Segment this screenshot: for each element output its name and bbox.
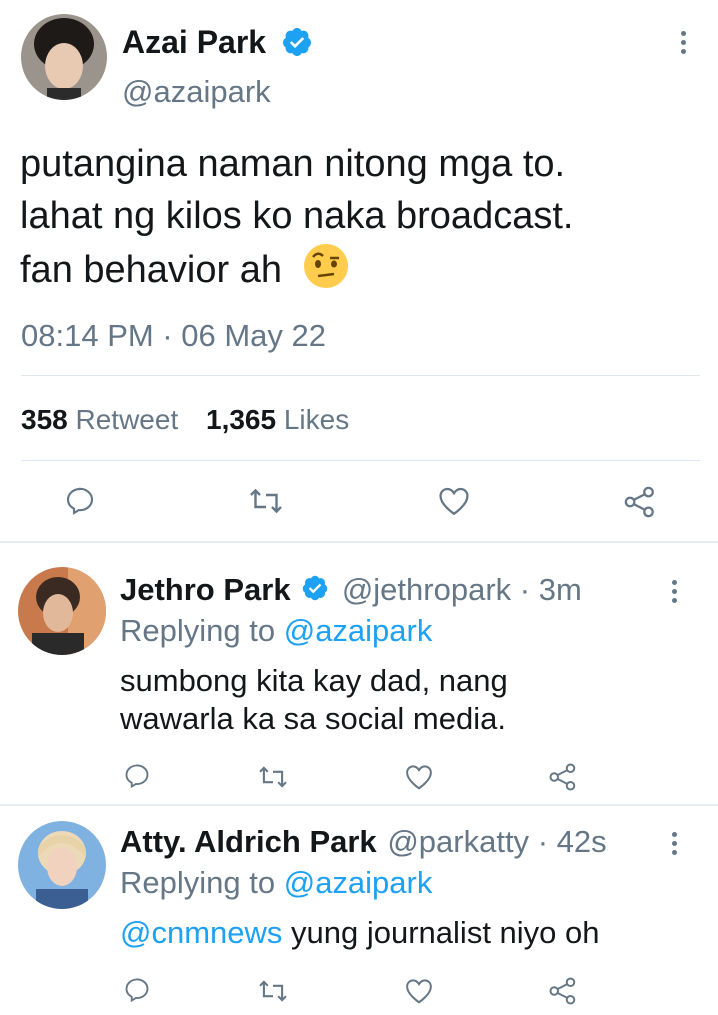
more-options-icon[interactable] bbox=[681, 31, 687, 58]
reply-header: Jethro Park @jethropark · 3m bbox=[120, 572, 582, 610]
display-name[interactable]: Jethro Park bbox=[120, 572, 291, 607]
likes-label: Likes bbox=[283, 404, 350, 435]
reply-text: @cnmnews yung journalist niyo oh bbox=[120, 914, 600, 952]
tweet-text-line: fan behavior ah bbox=[20, 242, 573, 304]
reply-icon[interactable] bbox=[123, 976, 151, 1009]
handle[interactable]: @jethropark bbox=[342, 572, 511, 607]
share-icon[interactable] bbox=[548, 976, 578, 1011]
reply-icon[interactable] bbox=[64, 485, 96, 522]
retweet-label: Retweet bbox=[75, 404, 179, 435]
replying-to-label: Replying to bbox=[120, 865, 276, 900]
retweet-count: 358 bbox=[21, 404, 68, 435]
share-icon[interactable] bbox=[623, 485, 657, 524]
handle[interactable]: @azaipark bbox=[122, 74, 271, 110]
retweet-stat[interactable]: 358 Retweet bbox=[21, 404, 178, 435]
like-heart-icon[interactable] bbox=[404, 977, 434, 1010]
likes-count: 1,365 bbox=[206, 404, 277, 435]
reply-text-line: yung journalist niyo oh bbox=[291, 915, 600, 950]
tweet-text-line-3: fan behavior ah bbox=[20, 249, 282, 291]
retweet-icon[interactable] bbox=[257, 764, 289, 795]
replying-to-link[interactable]: @azaipark bbox=[284, 865, 433, 900]
verified-badge-icon bbox=[301, 574, 329, 610]
face-raised-eyebrow-icon bbox=[301, 242, 351, 304]
more-options-icon[interactable] bbox=[672, 832, 678, 859]
handle[interactable]: @parkatty bbox=[387, 824, 529, 859]
retweet-icon[interactable] bbox=[248, 486, 284, 521]
likes-stat[interactable]: 1,365 Likes bbox=[206, 404, 349, 435]
reply-text-line: sumbong kita kay dad, nang bbox=[120, 663, 508, 698]
reply-time: · 42s bbox=[537, 824, 607, 859]
tweet-text-line: putangina naman nitong mga to. bbox=[20, 143, 566, 185]
divider bbox=[0, 541, 718, 543]
display-name[interactable]: Azai Park bbox=[122, 24, 266, 60]
divider bbox=[21, 375, 700, 376]
reply-text: sumbong kita kay dad, nang wawarla ka sa… bbox=[120, 662, 508, 738]
replying-to-link[interactable]: @azaipark bbox=[284, 613, 433, 648]
replying-to-label: Replying to bbox=[120, 613, 276, 648]
reply-icon[interactable] bbox=[123, 762, 151, 795]
tweet-stats: 358 Retweet 1,365 Likes bbox=[21, 402, 349, 438]
reply-header: Atty. Aldrich Park @parkatty · 42s bbox=[120, 824, 607, 860]
like-heart-icon[interactable] bbox=[437, 485, 471, 522]
display-name[interactable]: Atty. Aldrich Park bbox=[120, 824, 377, 859]
retweet-icon[interactable] bbox=[257, 978, 289, 1009]
divider bbox=[21, 460, 700, 461]
share-icon[interactable] bbox=[548, 762, 578, 797]
reply-text-line: wawarla ka sa social media. bbox=[120, 701, 506, 736]
tweet-timestamp[interactable]: 08:14 PM · 06 May 22 bbox=[21, 318, 326, 354]
mention-link[interactable]: @cnmnews bbox=[120, 915, 282, 950]
avatar[interactable] bbox=[18, 567, 106, 655]
more-options-icon[interactable] bbox=[672, 580, 678, 607]
tweet-text-line: lahat ng kilos ko naka broadcast. bbox=[20, 195, 574, 237]
tweet-text: putangina naman nitong mga to. lahat ng … bbox=[20, 138, 573, 304]
reply-time: · 3m bbox=[519, 572, 582, 607]
avatar[interactable] bbox=[18, 821, 106, 909]
like-heart-icon[interactable] bbox=[404, 763, 434, 796]
replying-to: Replying to @azaipark bbox=[120, 865, 432, 901]
avatar[interactable] bbox=[21, 14, 107, 100]
divider bbox=[0, 804, 718, 806]
verified-badge-icon bbox=[281, 26, 313, 63]
replying-to: Replying to @azaipark bbox=[120, 613, 432, 649]
